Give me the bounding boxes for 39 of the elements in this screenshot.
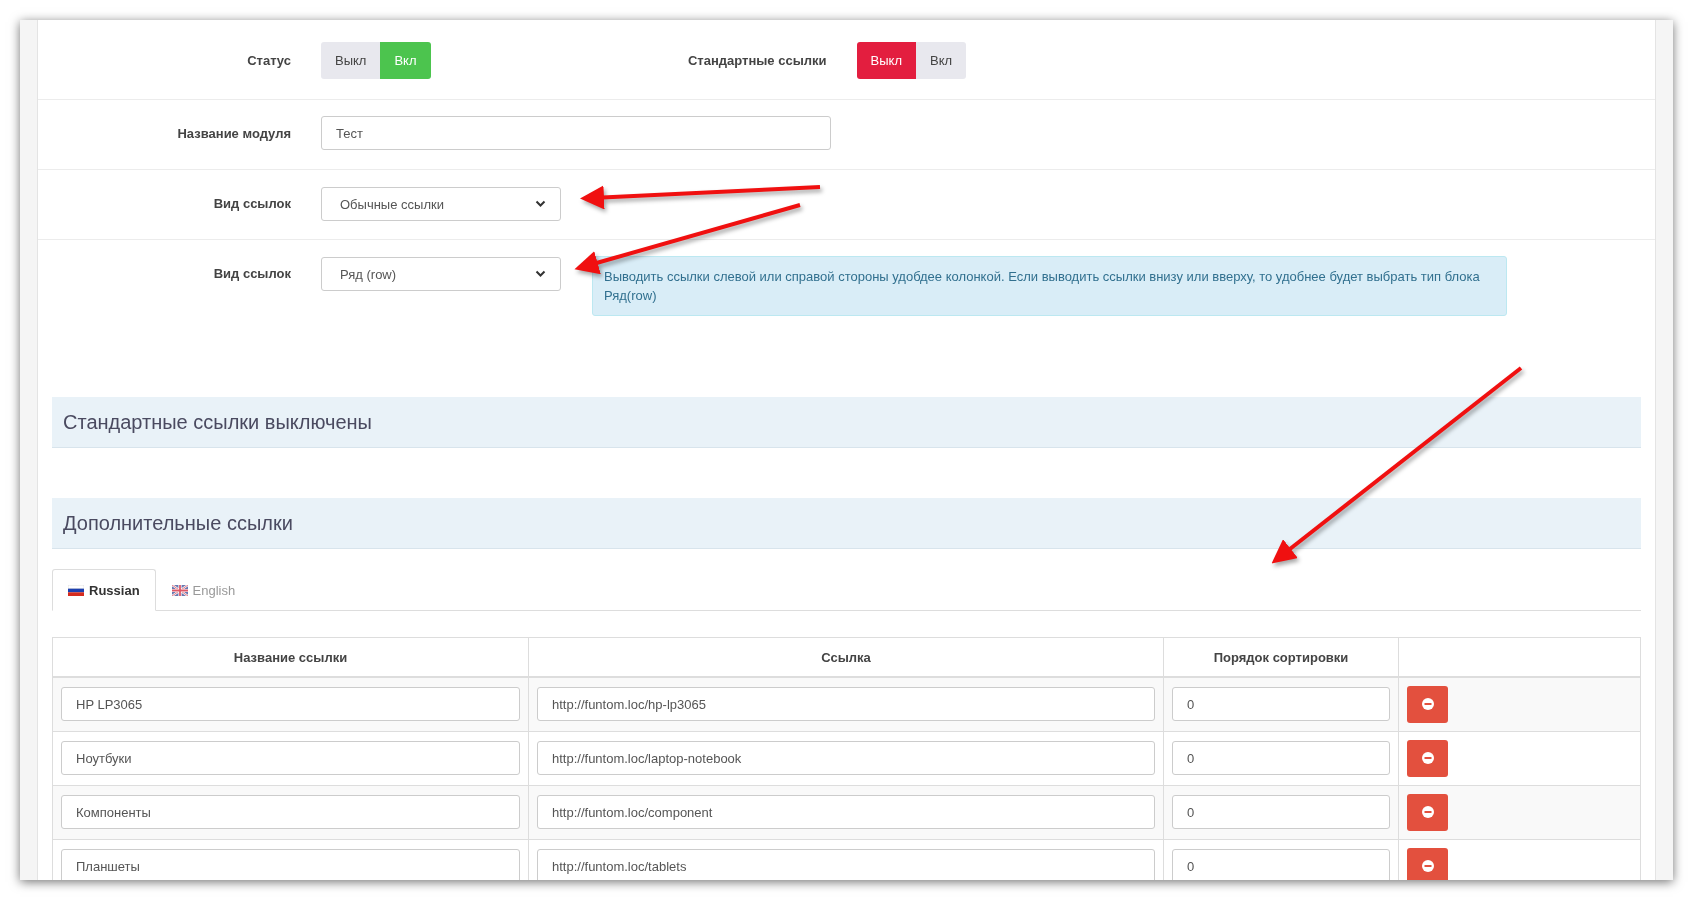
minus-circle-icon xyxy=(1421,698,1434,711)
flag-icon xyxy=(171,584,188,596)
minus-circle-icon xyxy=(1421,806,1434,818)
sort-order-field[interactable]: 0 xyxy=(1172,687,1390,722)
chevron-down-icon xyxy=(535,200,546,208)
info-alert: Выводить ссылки слевой или справой стороны удобдее колонкой. Если выводить ссылки внизу или вверху, то удобнее будет выбрать тип блока Ряд(row) xyxy=(592,256,1507,316)
link-name-field[interactable]: Компоненты xyxy=(61,795,520,829)
field-label: Название модуля xyxy=(176,125,292,143)
toggle-option[interactable]: Выкл xyxy=(321,42,381,79)
chevron-down-icon xyxy=(535,270,546,278)
field-label: Вид ссылок xyxy=(212,265,292,283)
link-url-field[interactable]: http://funtom.loc/hp-lp3065 xyxy=(537,687,1155,722)
section-title: Дополнительные ссылки xyxy=(63,511,293,535)
sort-order-field[interactable]: 0 xyxy=(1172,849,1390,880)
flag-icon xyxy=(68,584,84,596)
section-title: Стандартные ссылки выключены xyxy=(63,410,372,434)
remove-button[interactable] xyxy=(1407,793,1448,831)
link-url-field[interactable]: http://funtom.loc/component xyxy=(537,795,1155,829)
remove-button[interactable] xyxy=(1407,685,1448,723)
link-url-field[interactable]: http://funtom.loc/laptop-notebook xyxy=(537,741,1155,775)
toggle-option[interactable]: Выкл xyxy=(856,42,916,79)
minus-circle-icon xyxy=(1421,752,1434,764)
link-name-field[interactable]: Ноутбуки xyxy=(61,741,520,775)
link-name-field[interactable]: HP LP3065 xyxy=(61,687,520,722)
select-field[interactable]: Ряд (row) xyxy=(321,257,561,291)
toggle-option[interactable]: Вкл xyxy=(915,42,967,79)
field-label: Вид ссылок xyxy=(212,195,292,213)
sort-order-field[interactable]: 0 xyxy=(1172,741,1390,775)
text-field[interactable]: Тест xyxy=(321,116,831,150)
field-label: Статус xyxy=(246,51,292,70)
field-label: Стандартные ссылки xyxy=(686,51,828,70)
link-name-field[interactable]: Планшеты xyxy=(61,849,520,880)
minus-circle-icon xyxy=(1421,860,1434,872)
remove-button[interactable] xyxy=(1407,739,1448,777)
link-url-field[interactable]: http://funtom.loc/tablets xyxy=(537,849,1155,880)
sort-order-field[interactable]: 0 xyxy=(1172,795,1390,829)
remove-button[interactable] xyxy=(1407,847,1448,880)
language-tab[interactable]: Russian xyxy=(52,569,156,611)
select-field[interactable]: Обычные ссылки xyxy=(321,187,561,221)
